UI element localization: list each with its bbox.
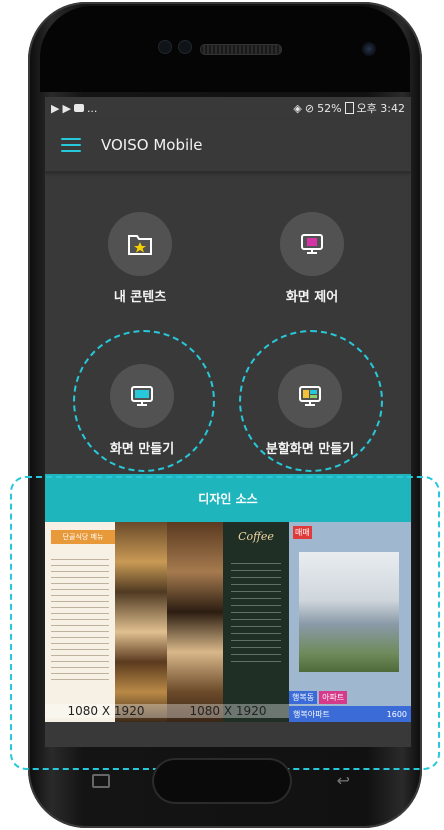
menu-item-make-screen[interactable]: 화면 만들기 (67, 364, 217, 457)
my-content-label: 내 콘텐츠 (113, 290, 167, 305)
monitor-control-icon (301, 234, 323, 254)
do-not-disturb-icon: ⊘ (304, 101, 315, 115)
menu-item-make-split-screen[interactable]: 분할화면 만들기 (235, 364, 385, 457)
back-icon[interactable]: ↩ (337, 771, 350, 790)
my-content-button[interactable] (108, 212, 172, 276)
menu-icon[interactable] (61, 138, 81, 152)
status-right: ◈ ⊘ 52% 오후 3:42 (293, 100, 405, 116)
split-monitor-icon (299, 386, 321, 406)
front-camera-icon (362, 42, 376, 56)
phone-top-bezel (40, 6, 410, 92)
hardware-nav-bar: ↩ (40, 758, 404, 820)
screen-control-button[interactable] (280, 212, 344, 276)
recent-apps-icon[interactable] (92, 774, 110, 788)
play-icon: ▶ (51, 101, 60, 115)
status-bar: ▶ ▶ ... ◈ ⊘ 52% 오후 3:42 (45, 97, 411, 119)
earpiece-speaker (200, 44, 282, 55)
highlight-frame-design-source (10, 476, 440, 770)
wifi-icon: ◈ (293, 101, 302, 115)
monitor-icon (131, 386, 153, 406)
app-bar: VOISO Mobile (45, 119, 411, 172)
play-icon: ▶ (62, 101, 71, 115)
clock: 오후 3:42 (356, 102, 405, 115)
status-left: ▶ ▶ ... (51, 102, 97, 115)
light-sensor (178, 40, 192, 54)
make-screen-label: 화면 만들기 (109, 442, 175, 457)
make-split-screen-label: 분할화면 만들기 (265, 442, 355, 457)
menu-item-screen-control[interactable]: 화면 제어 (237, 212, 387, 305)
battery-icon (344, 102, 354, 114)
status-ellipsis: ... (86, 101, 98, 115)
menu-item-my-content[interactable]: 내 콘텐츠 (65, 212, 215, 305)
menu-grid: 내 콘텐츠 화면 제어 화면 만들기 분할화면 만들기 (45, 172, 411, 472)
make-screen-button[interactable] (110, 364, 174, 428)
app-title: VOISO Mobile (101, 136, 203, 154)
folder-star-icon (128, 235, 152, 255)
youtube-icon (73, 104, 84, 112)
make-split-screen-button[interactable] (278, 364, 342, 428)
proximity-sensor (158, 40, 172, 54)
screen-control-label: 화면 제어 (285, 290, 339, 305)
battery-percent: 52% (317, 101, 342, 115)
home-button[interactable] (152, 758, 292, 804)
